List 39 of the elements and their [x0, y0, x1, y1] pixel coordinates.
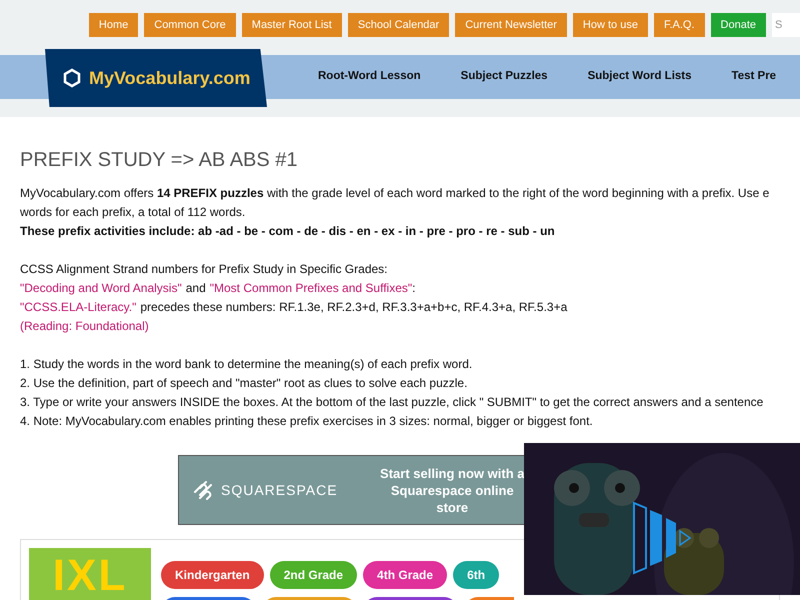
text-link[interactable]: "Most Common Prefixes and Suffixes": [210, 279, 412, 298]
nav-link[interactable]: Subject Word Lists: [588, 68, 692, 86]
squarespace-logo-icon: [191, 480, 215, 500]
logo-text: MyVocabulary.com: [89, 66, 250, 90]
nav-link[interactable]: Test Pre: [732, 68, 776, 86]
nav-link[interactable]: School Calendar: [348, 13, 450, 37]
ccss-heading: CCSS Alignment Strand numbers for Prefix Study in Specific Grades:: [20, 261, 388, 278]
nav-link[interactable]: F.A.Q.: [654, 13, 705, 37]
intro-text: words for each prefix, a total of 112 words.: [20, 204, 246, 221]
nav-link[interactable]: Root-Word Lesson: [318, 68, 421, 86]
grade-button[interactable]: 4th Grade: [363, 561, 448, 589]
joiner-text: and: [186, 280, 206, 297]
intro-text: MyVocabulary.com offers 14 PREFIX puzzles with the grade level of each word marked to the right of the word beginning with a prefix. Use e: [20, 185, 770, 202]
step-text: 4. Note: MyVocabulary.com enables printing these prefix exercises in 3 sizes: normal, bigger or biggest font.: [20, 413, 593, 430]
ad-text: Start selling now with a Squarespace online store: [379, 464, 526, 516]
nav-link[interactable]: How to use: [572, 13, 648, 37]
numbers-text: precedes these numbers: RF.1.3e, RF.2.3+d, RF.3.3+a+b+c, RF.4.3+a, RF.5.3+a: [140, 299, 568, 316]
step-text: 1. Study the words in the word bank to determine the meaning(s) of each prefix word.: [20, 356, 472, 373]
page-title: PREFIX STUDY => AB ABS #1: [20, 148, 298, 172]
nav-link[interactable]: Master Root List: [242, 13, 342, 37]
hexagon-icon: [63, 68, 81, 88]
nav-link[interactable]: Current Newsletter: [455, 13, 567, 37]
step-text: 3. Type or write your answers INSIDE the boxes. At the bottom of the last puzzle, click " SUBMIT" to get the correct answers and a sentence: [20, 394, 764, 411]
step-text: 2. Use the definition, part of speech and "master" root as clues to solve each puzzle.: [20, 375, 468, 392]
text-link[interactable]: "Decoding and Word Analysis": [20, 279, 182, 298]
ad-brand: SQUARESPACE: [221, 480, 338, 500]
grade-button[interactable]: Kindergarten: [161, 561, 264, 589]
logo[interactable]: MyVocabulary.com: [45, 49, 267, 107]
nav-link[interactable]: Common Core: [144, 13, 236, 37]
nav-link[interactable]: Home: [88, 13, 138, 37]
grade-button[interactable]: 6th: [453, 561, 500, 589]
text-link[interactable]: "CCSS.ELA-Literacy.": [20, 298, 136, 317]
nav-link[interactable]: Subject Puzzles: [460, 68, 548, 86]
text-link[interactable]: (Reading: Foundational): [20, 317, 149, 336]
ixl-logo-text: IXL: [52, 552, 128, 600]
search-field[interactable]: S: [772, 13, 800, 37]
grade-button[interactable]: 2nd Grade: [270, 561, 358, 589]
activities-text: These prefix activities include: ab -ad - be - com - de - dis - en - ex - in - pre - pro - re - sub - un: [20, 223, 555, 240]
colon-text: :: [412, 280, 416, 297]
